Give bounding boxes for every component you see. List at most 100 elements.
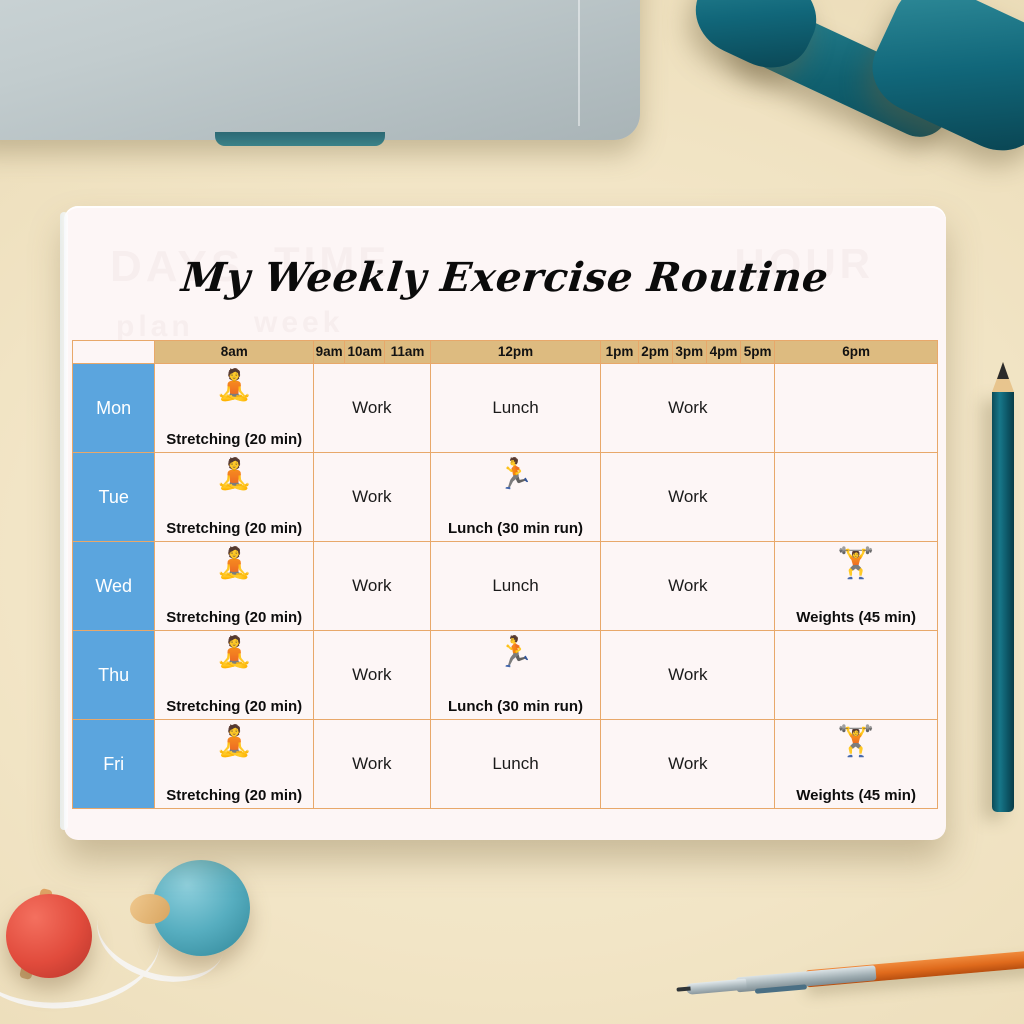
- cell-content: [775, 453, 937, 541]
- cell-content: 🏃 Lunch (30 min run): [431, 631, 601, 719]
- activity-label: Weights (45 min): [796, 609, 916, 626]
- cell-content: Work: [601, 720, 774, 808]
- schedule-cell[interactable]: Work: [313, 719, 431, 809]
- activity-cell[interactable]: 🧘 Stretching (20 min): [154, 541, 315, 631]
- time-header-6pm: 6pm: [774, 340, 938, 364]
- cell-content: Work: [314, 542, 430, 630]
- cell-content: 🧘 Stretching (20 min): [155, 720, 313, 808]
- table-body: Mon 🧘 Stretching (20 min) Work Lunch Work Tue 🧘…: [71, 363, 938, 809]
- pencil-icon: [992, 362, 1014, 812]
- cell-text: Lunch: [492, 398, 539, 417]
- schedule-cell[interactable]: Work: [600, 541, 776, 631]
- empty-cell[interactable]: [774, 452, 938, 542]
- schedule-cell[interactable]: Work: [600, 363, 776, 453]
- empty-cell[interactable]: [774, 630, 938, 720]
- pen-tip: [686, 978, 747, 995]
- cell-content: Work: [314, 453, 430, 541]
- activity-label: Stretching (20 min): [166, 609, 303, 626]
- schedule-cell[interactable]: Work: [313, 363, 431, 453]
- laptop-seam: [578, 0, 580, 126]
- cell-content: Lunch: [431, 720, 601, 808]
- watermark-plan: plan: [116, 310, 194, 343]
- table-row: Thu 🧘 Stretching (20 min) Work 🏃 Lunch (30 mi…: [71, 630, 938, 720]
- stretching-icon: 🧘: [215, 547, 253, 580]
- cell-text: Work: [668, 487, 708, 506]
- activity-cell[interactable]: 🧘 Stretching (20 min): [154, 452, 315, 542]
- activity-label: Stretching (20 min): [166, 520, 303, 537]
- time-header-2pm: 2pm: [637, 340, 673, 364]
- cell-text: Work: [668, 576, 708, 595]
- desk-scene: DAYS TIME HOUR plan week My Weekly Exerc…: [0, 0, 1024, 1024]
- earbud-red: [6, 894, 92, 978]
- day-label-wed[interactable]: Wed: [71, 541, 156, 631]
- time-header-1pm: 1pm: [600, 340, 639, 364]
- time-header-12pm: 12pm: [429, 340, 602, 364]
- schedule-cell[interactable]: Lunch: [429, 363, 602, 453]
- activity-cell[interactable]: 🏃 Lunch (30 min run): [429, 630, 602, 720]
- activity-cell[interactable]: 🏃 Lunch (30 min run): [429, 452, 602, 542]
- cell-content: 🧘 Stretching (20 min): [155, 631, 313, 719]
- cell-content: Work: [601, 453, 774, 541]
- table-row: Tue 🧘 Stretching (20 min) Work 🏃 Lunch (30 mi…: [71, 452, 938, 542]
- cell-text: Work: [352, 665, 392, 684]
- schedule-cell[interactable]: Work: [600, 719, 776, 809]
- table-row: Wed 🧘 Stretching (20 min) Work Lunch Work 🏋 Wei…: [71, 541, 938, 631]
- schedule-cell[interactable]: Work: [313, 541, 431, 631]
- cell-content: 🏃 Lunch (30 min run): [431, 453, 601, 541]
- cell-content: 🧘 Stretching (20 min): [155, 364, 313, 452]
- activity-label: Stretching (20 min): [166, 431, 303, 448]
- cell-content: [775, 631, 937, 719]
- pen-icon: [676, 946, 1024, 1003]
- cell-content: Work: [601, 631, 774, 719]
- cell-content: Lunch: [431, 364, 601, 452]
- schedule-cell[interactable]: Lunch: [429, 541, 602, 631]
- activity-label: Stretching (20 min): [166, 698, 303, 715]
- schedule-cell[interactable]: Work: [600, 630, 776, 720]
- time-header-9am: 9am: [313, 340, 346, 364]
- weightlifter-icon: 🏋: [837, 547, 875, 580]
- activity-label: Weights (45 min): [796, 787, 916, 804]
- cell-text: Work: [668, 754, 708, 773]
- activity-cell[interactable]: 🧘 Stretching (20 min): [154, 630, 315, 720]
- cell-content: Work: [314, 631, 430, 719]
- dumbbell-icon: [682, 0, 1024, 195]
- runner-icon: 🏃: [496, 458, 535, 491]
- time-header-8am: 8am: [154, 340, 315, 364]
- schedule-cell[interactable]: Work: [600, 452, 776, 542]
- cell-text: Work: [668, 398, 708, 417]
- schedule-cell[interactable]: Lunch: [429, 719, 602, 809]
- day-label-tue[interactable]: Tue: [71, 452, 156, 542]
- cell-text: Work: [352, 487, 392, 506]
- activity-cell[interactable]: 🧘 Stretching (20 min): [154, 363, 315, 453]
- empty-cell[interactable]: [774, 363, 938, 453]
- cell-text: Work: [352, 754, 392, 773]
- dumbbell-head-right: [858, 0, 1024, 165]
- schedule-cell[interactable]: Work: [313, 630, 431, 720]
- weightlifter-icon: 🏋: [837, 725, 875, 758]
- schedule-card: DAYS TIME HOUR plan week My Weekly Exerc…: [60, 206, 946, 840]
- activity-label: Stretching (20 min): [166, 787, 303, 804]
- time-header-11am: 11am: [384, 340, 431, 364]
- time-header-5pm: 5pm: [740, 340, 776, 364]
- day-label-thu[interactable]: Thu: [71, 630, 156, 720]
- time-header-10am: 10am: [344, 340, 386, 364]
- cell-content: Lunch: [431, 542, 601, 630]
- runner-icon: 🏃: [496, 636, 535, 669]
- cell-content: [775, 364, 937, 452]
- cell-content: Work: [314, 364, 430, 452]
- schedule-cell[interactable]: Work: [313, 452, 431, 542]
- stretching-icon: 🧘: [215, 369, 253, 402]
- stretching-icon: 🧘: [215, 636, 253, 669]
- activity-cell[interactable]: 🏋 Weights (45 min): [774, 541, 938, 631]
- stretching-icon: 🧘: [215, 725, 253, 758]
- page-title: My Weekly Exercise Routine: [179, 254, 831, 301]
- cell-text: Work: [352, 576, 392, 595]
- cell-text: Work: [352, 398, 392, 417]
- day-label-mon[interactable]: Mon: [71, 363, 156, 453]
- day-label-fri[interactable]: Fri: [71, 719, 156, 809]
- activity-label: Lunch (30 min run): [448, 520, 583, 537]
- activity-cell[interactable]: 🧘 Stretching (20 min): [154, 719, 315, 809]
- activity-cell[interactable]: 🏋 Weights (45 min): [774, 719, 938, 809]
- cell-text: Lunch: [492, 576, 539, 595]
- stretching-icon: 🧘: [215, 458, 253, 491]
